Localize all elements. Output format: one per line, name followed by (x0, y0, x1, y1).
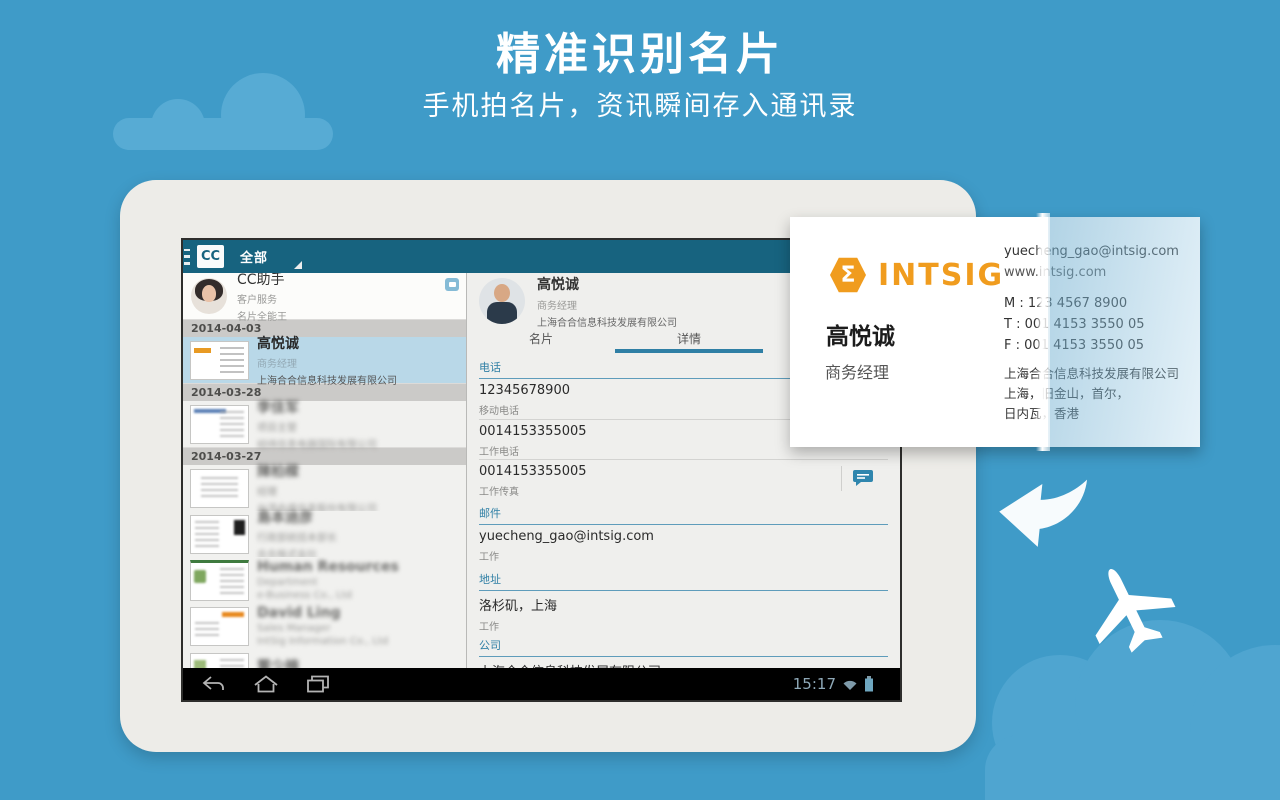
detail-name: 高悦诚 (537, 276, 579, 293)
contact-title: Sales Manager (257, 623, 331, 634)
business-card: Σ INTSIG 高悦诚 商务经理 yuecheng_gao@intsig.co… (790, 213, 1200, 451)
card-name: 高悦诚 (826, 324, 895, 350)
contact-name: 島本迪彦 (257, 510, 313, 526)
home-icon[interactable] (253, 675, 279, 693)
spinner-corner-icon (294, 261, 303, 269)
contact-list-item[interactable]: Human Resources Department e-Business Co… (183, 557, 466, 603)
chat-badge-icon[interactable] (445, 278, 459, 291)
active-tab-underline (615, 349, 763, 353)
contact-name: Human Resources (257, 559, 399, 575)
sms-icon[interactable] (852, 469, 874, 486)
card-thumbnail (190, 606, 249, 646)
contact-title: 行政部统括本部长 (257, 533, 337, 544)
detail-tabs: 名片 详情 (467, 329, 763, 353)
contact-name: David Ling (257, 605, 341, 621)
contact-list-item[interactable]: 島本迪彦 行政部统括本部长 合合株式会社 (183, 510, 466, 561)
page-subtitle: 手机拍名片，资讯瞬间存入通讯录 (422, 91, 858, 122)
scan-stripe (1036, 213, 1050, 451)
menu-icon[interactable] (184, 248, 190, 265)
contact-list-item[interactable]: David Ling Sales Manager IntSig Informat… (183, 603, 466, 649)
fax-entry[interactable]: 0014153355005 工作传真 (479, 459, 888, 499)
curved-arrow-icon (999, 479, 1088, 547)
contact-company: 上海合合信息科技发展有限公司 (257, 376, 397, 387)
avatar (479, 278, 525, 324)
card-thumbnail (190, 340, 249, 380)
contact-name: 陳柏樑 (257, 464, 299, 480)
card-thumbnail (190, 404, 249, 444)
scan-highlight (1048, 217, 1200, 447)
contact-list: CC助手 客户服务 名片全能王 2014-04-03 高悦诚 商务经理 上海合合… (183, 273, 467, 668)
section-company: 公司 上海合合信息科技发展有限公司 查看公司新闻 (479, 631, 888, 668)
back-icon[interactable] (199, 675, 227, 693)
card-title: 商务经理 (825, 363, 890, 382)
wifi-icon (843, 680, 857, 690)
recents-icon[interactable] (305, 675, 331, 693)
android-nav-bar: 15:17 (183, 668, 900, 700)
card-thumbnail (190, 468, 249, 508)
detail-title: 商务经理 (537, 300, 577, 312)
contact-title: 项目主管 (257, 423, 297, 434)
contact-title: 经理 (257, 487, 277, 498)
promo-screenshot: 精准识别名片 手机拍名片，资讯瞬间存入通讯录 CC 全部 CC助手 客户服务 名… (0, 0, 1280, 800)
contact-title: 商务经理 (257, 359, 297, 370)
contact-name: 董少楠 (257, 658, 299, 669)
contact-list-item[interactable]: 李佳军 项目主管 经纬信息电器国际有限公司 (183, 400, 466, 451)
contact-company: e-Business Co., Ltd (257, 590, 352, 601)
card-thumbnail (190, 652, 249, 668)
tab-card[interactable]: 名片 (467, 329, 615, 353)
section-label: 地址 (479, 565, 888, 591)
section-email: 邮件 yuecheng_gao@intsig.com 工作 (479, 499, 888, 565)
group-spinner-label: 全部 (240, 251, 269, 266)
contact-company: IntSig Information Co., Ltd (257, 636, 389, 647)
intsig-hexagon-icon: Σ (830, 257, 866, 293)
detail-company: 上海合合信息科技发展有限公司 (537, 317, 677, 329)
assistant-name: CC助手 (237, 273, 285, 288)
intsig-logo: Σ INTSIG (828, 255, 1004, 295)
contact-list-item[interactable]: 陳柏樑 经理 台湾合盛信息股份有限公司 (183, 464, 466, 515)
section-label: 邮件 (479, 499, 888, 525)
contact-list-item[interactable]: 高悦诚 商务经理 上海合合信息科技发展有限公司 (183, 336, 466, 387)
page-title: 精准识别名片 (496, 29, 784, 80)
email-entry[interactable]: yuecheng_gao@intsig.com 工作 (479, 525, 888, 565)
card-thumbnail (190, 514, 249, 554)
address-entry[interactable]: 洛杉矶，上海 工作 (479, 591, 888, 633)
section-address: 地址 洛杉矶，上海 工作 (479, 565, 888, 633)
contact-name: 高悦诚 (257, 336, 299, 352)
clock: 15:17 (792, 675, 836, 693)
list-item-assistant[interactable]: CC助手 客户服务 名片全能王 (183, 273, 466, 323)
intsig-brand: INTSIG (878, 257, 1005, 293)
status-cluster: 15:17 (793, 668, 874, 700)
contact-title: Department (257, 577, 318, 588)
contact-company: 经纬信息电器国际有限公司 (257, 440, 377, 451)
group-spinner[interactable]: 全部 (240, 240, 316, 273)
section-label: 公司 (479, 631, 888, 657)
contact-list-item[interactable]: 董少楠 UI Designer (183, 649, 466, 668)
app-logo: CC (197, 245, 224, 268)
card-thumbnail (190, 559, 249, 601)
battery-icon (865, 676, 873, 692)
contact-name: 李佳军 (257, 400, 299, 416)
avatar (191, 278, 227, 314)
company-entry[interactable]: 上海合合信息科技发展有限公司 查看公司新闻 (479, 657, 888, 668)
assistant-line1: 客户服务 (237, 295, 277, 306)
assistant-line2: 名片全能王 (237, 312, 287, 323)
